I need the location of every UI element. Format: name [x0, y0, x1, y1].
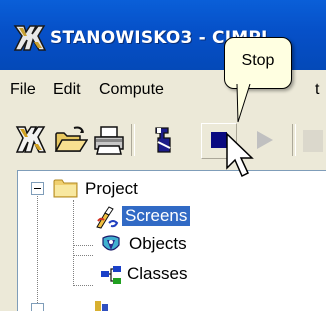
- tree-line: [73, 245, 93, 246]
- tree-line: [73, 200, 74, 286]
- screens-icon: [96, 206, 119, 229]
- toolbar-partial-button[interactable]: [303, 130, 323, 152]
- menu-partial[interactable]: t: [315, 81, 319, 99]
- menu-file[interactable]: File: [10, 81, 36, 99]
- objects-icon: [102, 235, 120, 251]
- folder-icon: [53, 179, 78, 198]
- open-folder-icon[interactable]: [54, 124, 88, 156]
- classes-icon: [101, 266, 121, 284]
- toolbar-separator: [131, 124, 135, 156]
- run-icon[interactable]: [146, 124, 180, 156]
- tree-item-project[interactable]: Project: [82, 179, 141, 199]
- new-icon[interactable]: [14, 124, 48, 156]
- tree-line: [37, 196, 38, 311]
- app-logo-icon: [13, 25, 47, 51]
- tree-line: [73, 285, 93, 286]
- print-icon[interactable]: [92, 124, 126, 156]
- tooltip-text: Stop: [241, 52, 275, 69]
- tree-item-objects[interactable]: Objects: [126, 234, 190, 254]
- partial-node-icon: [95, 301, 108, 311]
- mouse-cursor-icon: [226, 132, 254, 178]
- menu-edit[interactable]: Edit: [53, 81, 81, 99]
- expand-toggle[interactable]: [31, 303, 44, 311]
- tooltip-pointer: [236, 84, 251, 123]
- collapse-toggle[interactable]: [31, 182, 44, 195]
- tree-item-classes[interactable]: Classes: [124, 264, 190, 284]
- tree-line: [73, 255, 93, 256]
- menu-compute[interactable]: Compute: [99, 81, 164, 99]
- tree-item-screens[interactable]: Screens: [120, 205, 192, 227]
- tooltip: Stop: [224, 37, 292, 89]
- toolbar-separator-2: [292, 124, 296, 156]
- application-window: STANOWISKO3 - CIMPL File Edit Compute t: [0, 0, 326, 311]
